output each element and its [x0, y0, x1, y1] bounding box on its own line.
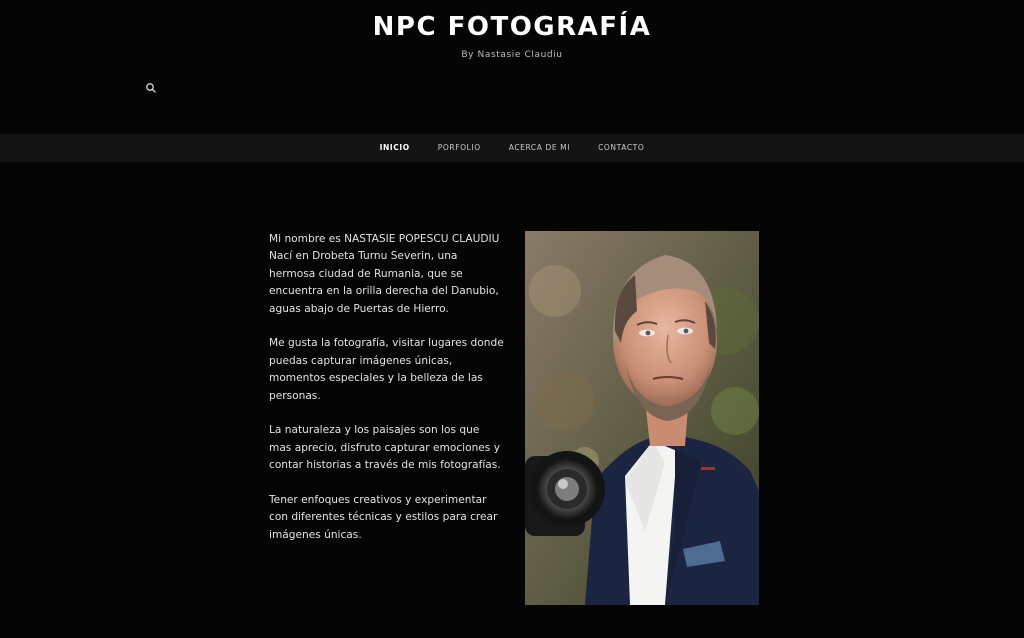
nav-item-inicio[interactable]: INICIO — [366, 134, 424, 162]
site-tagline: By Nastasie Claudiu — [461, 50, 563, 60]
about-paragraph: Mi nombre es NASTASIE POPESCU CLAUDIU Na… — [269, 233, 500, 315]
portrait-photo — [525, 231, 759, 605]
search-icon[interactable] — [145, 79, 157, 93]
nav-item-porfolio[interactable]: PORFOLIO — [424, 134, 495, 162]
about-paragraph: Me gusta la fotografía, visitar lugares … — [269, 337, 504, 402]
nav-item-acerca-de-mi[interactable]: ACERCA DE MI — [495, 134, 584, 162]
about-paragraph: La naturaleza y los paisajes son los que… — [269, 424, 501, 472]
site-header: NPC FOTOGRAFÍA By Nastasie Claudiu — [0, 0, 1024, 134]
about-paragraph: Tener enfoques creativos y experimentar … — [269, 494, 498, 541]
main-navigation: INICIO PORFOLIO ACERCA DE MI CONTACTO — [0, 134, 1024, 162]
nav-item-contacto[interactable]: CONTACTO — [584, 134, 658, 162]
main-content: Mi nombre es NASTASIE POPESCU CLAUDIU Na… — [0, 162, 1024, 638]
site-title[interactable]: NPC FOTOGRAFÍA — [0, 12, 1024, 42]
about-text: Mi nombre es NASTASIE POPESCU CLAUDIU Na… — [269, 231, 505, 562]
